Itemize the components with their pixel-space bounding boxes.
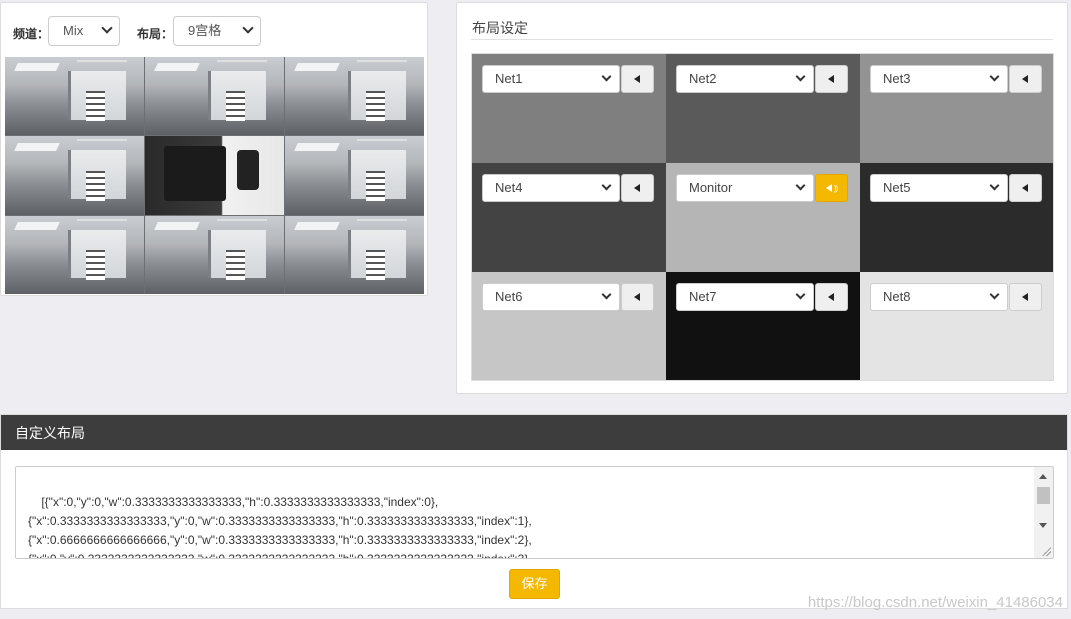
chevron-down-icon: [795, 289, 806, 300]
panel-title: 布局设定: [472, 20, 528, 36]
chevron-down-icon: [101, 22, 113, 34]
source-select[interactable]: Net6: [482, 283, 620, 311]
source-select-value: Net6: [495, 289, 523, 304]
source-select[interactable]: Monitor: [676, 174, 814, 202]
camera-tile: [5, 57, 144, 136]
source-select[interactable]: Net5: [870, 174, 1008, 202]
speaker-icon: [1021, 293, 1028, 301]
layout-cell: Monitor)): [666, 163, 860, 272]
source-select[interactable]: Net7: [676, 283, 814, 311]
chevron-down-icon: [989, 289, 1000, 300]
layout-cell: Net8: [860, 272, 1053, 380]
resize-grip-icon[interactable]: [1041, 546, 1051, 556]
chevron-down-icon: [989, 71, 1000, 82]
source-select[interactable]: Net4: [482, 174, 620, 202]
channel-label: 频道：: [13, 27, 50, 41]
audio-toggle-button[interactable]: [1009, 174, 1042, 202]
camera-tile: [145, 57, 284, 136]
scrollbar[interactable]: [1034, 467, 1053, 558]
camera-tile: [145, 215, 284, 294]
source-select-value: Net2: [689, 71, 717, 86]
camera-tile-monitor: [145, 136, 284, 215]
speaker-icon: [633, 184, 640, 192]
chevron-down-icon: [601, 289, 612, 300]
audio-toggle-button[interactable]: [621, 283, 654, 311]
layout-cell: Net2: [666, 54, 860, 163]
source-select[interactable]: Net1: [482, 65, 620, 93]
layout-select[interactable]: 9宫格: [173, 16, 261, 46]
chevron-down-icon: [795, 180, 806, 191]
camera-tile: [285, 57, 424, 136]
chevron-down-icon: [242, 22, 254, 34]
video-preview: [5, 57, 424, 294]
scroll-thumb[interactable]: [1037, 487, 1050, 504]
chevron-down-icon: [989, 180, 1000, 191]
speaker-icon: [633, 293, 640, 301]
audio-toggle-button[interactable]: [815, 283, 848, 311]
audio-toggle-button[interactable]: [621, 65, 654, 93]
source-select[interactable]: Net2: [676, 65, 814, 93]
camera-tile: [5, 136, 144, 215]
layout-cell: Net7: [666, 272, 860, 380]
watermark: https://blog.csdn.net/weixin_41486034: [807, 594, 1063, 611]
audio-toggle-button[interactable]: [815, 65, 848, 93]
layout-label: 布局：: [137, 27, 174, 41]
layout-settings-panel: 布局设定 Net1 Net2 Net3 Net4 Monitor)) Net5 Net6 Ne…: [456, 2, 1068, 394]
chevron-down-icon: [601, 180, 612, 191]
speaker-icon: [1021, 184, 1028, 192]
audio-toggle-button[interactable]: [1009, 65, 1042, 93]
panel-header: 自定义布局: [1, 415, 1067, 450]
channel-select[interactable]: Mix: [48, 16, 120, 46]
scroll-down-icon[interactable]: [1039, 523, 1047, 528]
speaker-icon: [827, 293, 834, 301]
source-select-value: Net8: [883, 289, 911, 304]
source-select[interactable]: Net3: [870, 65, 1008, 93]
divider: [471, 39, 1053, 40]
channel-select-value: Mix: [63, 23, 84, 38]
source-select-value: Net5: [883, 180, 911, 195]
layout-json-textarea[interactable]: [{"x":0,"y":0,"w":0.3333333333333333,"h"…: [15, 466, 1054, 559]
speaker-icon: [827, 75, 834, 83]
layout-cell: Net6: [472, 272, 666, 380]
scroll-up-icon[interactable]: [1039, 474, 1047, 479]
speaker-icon: [1021, 75, 1028, 83]
camera-tile: [285, 136, 424, 215]
speaker-icon: [633, 75, 640, 83]
source-select-value: Monitor: [689, 180, 733, 195]
layout-cell: Net1: [472, 54, 666, 163]
audio-toggle-button[interactable]: [621, 174, 654, 202]
layout-json-text: [{"x":0,"y":0,"w":0.3333333333333333,"h"…: [28, 495, 532, 559]
source-select-value: Net4: [495, 180, 523, 195]
camera-tile: [285, 215, 424, 294]
layout-select-value: 9宫格: [188, 23, 222, 38]
preview-toolbar: 频道： Mix 布局： 9宫格: [1, 3, 427, 55]
source-select[interactable]: Net8: [870, 283, 1008, 311]
layout-cell: Net3: [860, 54, 1053, 163]
camera-tile: [5, 215, 144, 294]
audio-toggle-button[interactable]: )): [815, 174, 848, 202]
preview-panel: 频道： Mix 布局： 9宫格: [0, 2, 428, 296]
audio-toggle-button[interactable]: [1009, 283, 1042, 311]
layout-cell: Net5: [860, 163, 1053, 272]
save-button[interactable]: 保存: [509, 569, 560, 599]
volume-on-icon: )): [825, 184, 838, 193]
custom-layout-panel: 自定义布局 [{"x":0,"y":0,"w":0.33333333333333…: [0, 414, 1068, 609]
source-select-value: Net7: [689, 289, 717, 304]
layout-grid: Net1 Net2 Net3 Net4 Monitor)) Net5 Net6 Net7 Net…: [471, 53, 1054, 381]
chevron-down-icon: [601, 71, 612, 82]
layout-cell: Net4: [472, 163, 666, 272]
chevron-down-icon: [795, 71, 806, 82]
source-select-value: Net3: [883, 71, 911, 86]
source-select-value: Net1: [495, 71, 523, 86]
